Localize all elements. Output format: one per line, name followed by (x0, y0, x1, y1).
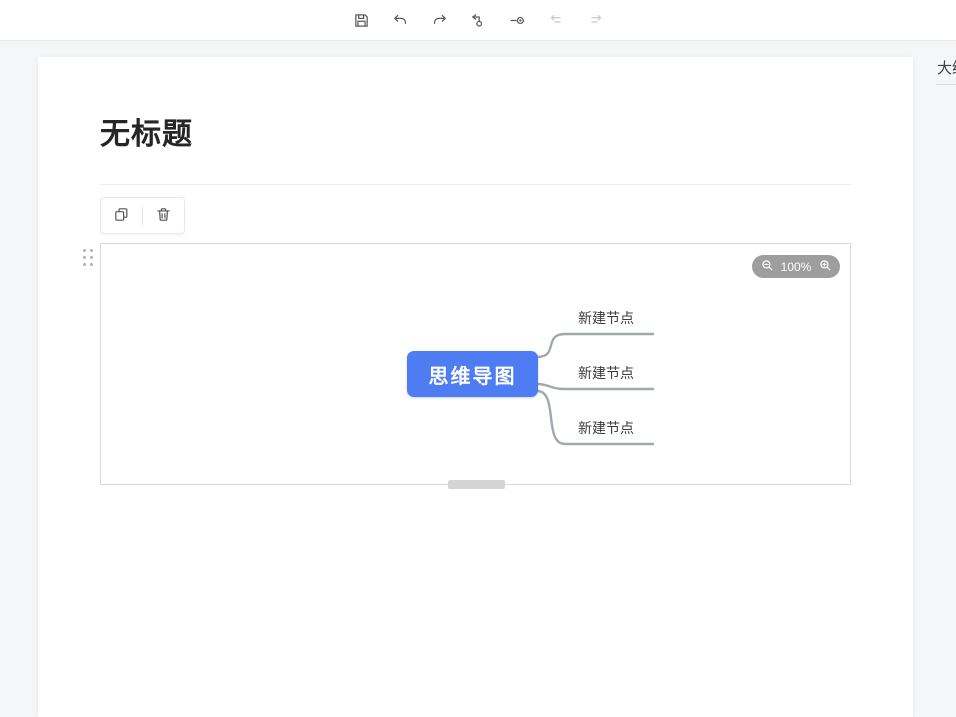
undo-button[interactable] (389, 9, 411, 31)
zoom-out-button[interactable] (760, 260, 774, 274)
magnifier-minus-icon (761, 259, 774, 275)
add-node-button[interactable] (506, 9, 528, 31)
document-card: 无标题 (38, 57, 913, 717)
document-title[interactable]: 无标题 (100, 109, 800, 153)
top-toolbar (0, 0, 956, 41)
magnifier-plus-icon (819, 259, 832, 275)
zoom-in-button[interactable] (818, 260, 832, 274)
delete-block-button[interactable] (143, 198, 184, 233)
mindmap-child-node-2[interactable]: 新建节点 (551, 363, 661, 383)
mindmap-canvas[interactable]: 思维导图 新建节点 新建节点 新建节点 100% (100, 243, 851, 485)
branch-with-node-icon (470, 12, 487, 29)
trash-icon (155, 206, 172, 226)
zoom-level-value: 100% (780, 260, 812, 274)
zoom-control: 100% (752, 255, 840, 278)
copy-block-button[interactable] (101, 198, 142, 233)
arrow-right-lines-icon (587, 12, 604, 29)
line-with-dot-icon (509, 12, 526, 29)
outline-panel-divider (936, 84, 956, 85)
mindmap-root-node[interactable]: 思维导图 (407, 351, 538, 397)
redo-button[interactable] (428, 9, 450, 31)
add-child-node-button[interactable] (467, 9, 489, 31)
outline-panel-title: 大纲 (937, 57, 956, 78)
canvas-resize-handle[interactable] (448, 480, 505, 489)
title-divider (100, 184, 851, 185)
save-button[interactable] (350, 9, 372, 31)
block-drag-handle[interactable] (81, 247, 95, 268)
copy-icon (113, 206, 130, 226)
floppy-disk-icon (353, 12, 370, 29)
mindmap-child-node-3[interactable]: 新建节点 (551, 418, 661, 438)
redo-arrow-icon (431, 12, 448, 29)
block-toolbar (100, 197, 185, 234)
undo-arrow-icon (392, 12, 409, 29)
indent-node-button[interactable] (584, 9, 606, 31)
arrow-left-lines-icon (548, 12, 565, 29)
outdent-node-button[interactable] (545, 9, 567, 31)
mindmap-child-node-1[interactable]: 新建节点 (551, 308, 661, 328)
